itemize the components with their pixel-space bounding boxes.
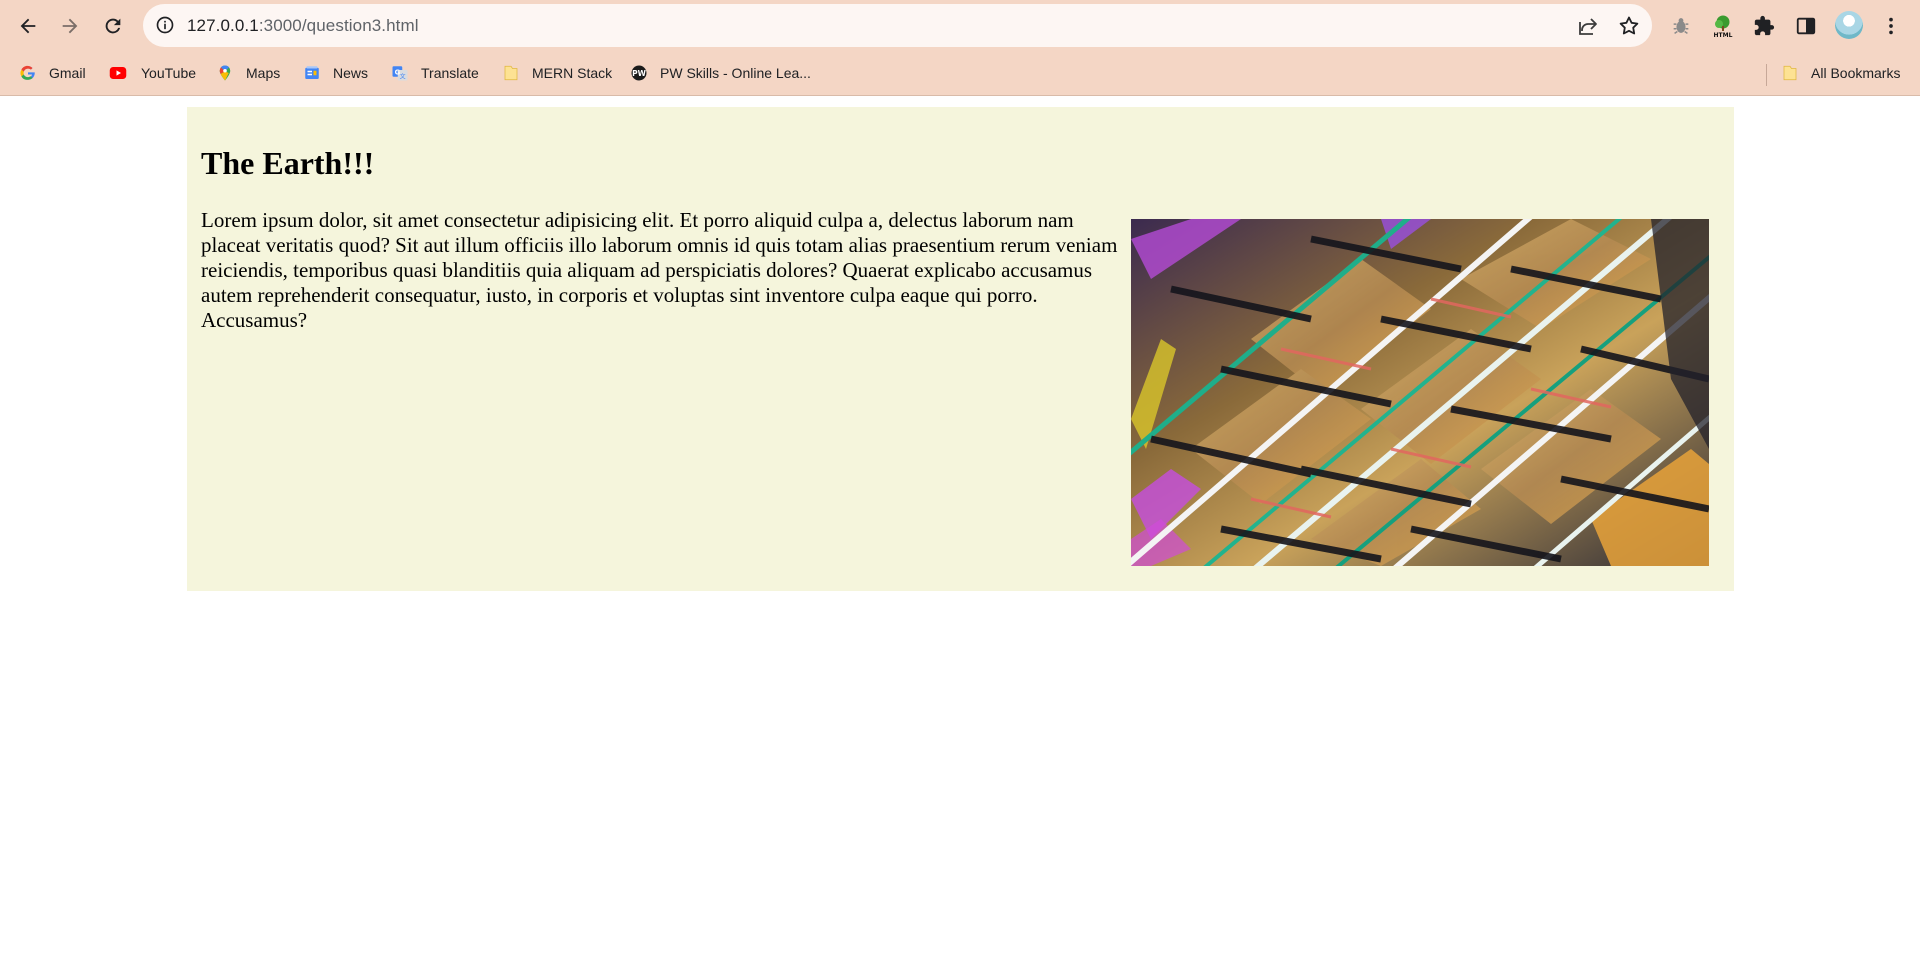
svg-text:PW: PW: [632, 69, 646, 78]
reload-button[interactable]: [96, 9, 130, 43]
bookmark-label: Translate: [421, 65, 479, 81]
browser-chrome: 127.0.0.1:3000/question3.html HTML Gmail…: [0, 0, 1920, 96]
maps-icon: [216, 64, 234, 82]
bookmark-maps[interactable]: Maps: [216, 64, 280, 82]
reload-icon: [105, 18, 121, 34]
lorem-paragraph: Lorem ipsum dolor, sit amet consectetur …: [201, 208, 1118, 332]
back-button[interactable]: [11, 9, 45, 43]
abstract-glass-building-image: [1131, 219, 1709, 566]
gmail-icon: [19, 64, 37, 82]
translate-icon: G文: [391, 64, 409, 82]
bookmarks-bar: Gmail YouTube Maps News G文 Translate MER…: [0, 52, 1920, 96]
bookmark-label: News: [333, 65, 369, 81]
page-heading: The Earth!!!: [201, 145, 375, 181]
bookmark-youtube[interactable]: YouTube: [107, 64, 196, 82]
bookmark-news[interactable]: News: [303, 64, 368, 82]
forward-button[interactable]: [53, 9, 87, 43]
youtube-icon: [107, 64, 129, 82]
menu-kebab-icon[interactable]: [1878, 13, 1904, 39]
arrow-left-icon: [20, 18, 36, 34]
extensions-puzzle-icon[interactable]: [1751, 13, 1777, 39]
arrow-right-icon: [62, 18, 78, 34]
all-bookmarks-button[interactable]: All Bookmarks: [1781, 64, 1900, 82]
address-url[interactable]: 127.0.0.1:3000/question3.html: [187, 16, 419, 36]
content-panel: The Earth!!! Lorem ipsum dolor, sit amet…: [187, 107, 1734, 591]
bookmark-star-icon[interactable]: [1617, 14, 1641, 38]
bookmark-label: YouTube: [141, 65, 197, 81]
bookmark-label: PW Skills - Online Lea...: [660, 65, 811, 81]
svg-text:HTML: HTML: [1714, 32, 1733, 38]
folder-icon: [1781, 64, 1799, 82]
folder-icon: [502, 64, 520, 82]
bookmarks-divider: [1766, 64, 1767, 86]
bookmark-pw-skills[interactable]: PW PW Skills - Online Lea...: [630, 64, 811, 82]
html-tree-extension-icon[interactable]: HTML: [1710, 13, 1736, 39]
bookmark-translate[interactable]: G文 Translate: [391, 64, 479, 82]
browser-toolbar: 127.0.0.1:3000/question3.html HTML: [0, 0, 1920, 52]
url-host: 127.0.0.1: [187, 16, 259, 35]
bookmark-label: MERN Stack: [532, 65, 613, 81]
bookmark-gmail[interactable]: Gmail: [19, 64, 86, 82]
site-info-icon[interactable]: [155, 15, 175, 35]
side-panel-icon[interactable]: [1793, 13, 1819, 39]
share-icon[interactable]: [1576, 14, 1600, 38]
svg-text:文: 文: [400, 72, 406, 80]
news-icon: [303, 64, 321, 82]
profile-avatar[interactable]: [1835, 11, 1863, 39]
bookmark-mern-stack[interactable]: MERN Stack: [502, 64, 612, 82]
bookmark-label: Gmail: [49, 65, 86, 81]
url-path: :3000/question3.html: [258, 16, 419, 35]
address-bar[interactable]: 127.0.0.1:3000/question3.html: [143, 4, 1652, 47]
bug-extension-icon[interactable]: [1668, 13, 1694, 39]
bookmark-label: Maps: [246, 65, 281, 81]
all-bookmarks-label: All Bookmarks: [1811, 65, 1901, 81]
pw-skills-icon: PW: [630, 64, 648, 82]
